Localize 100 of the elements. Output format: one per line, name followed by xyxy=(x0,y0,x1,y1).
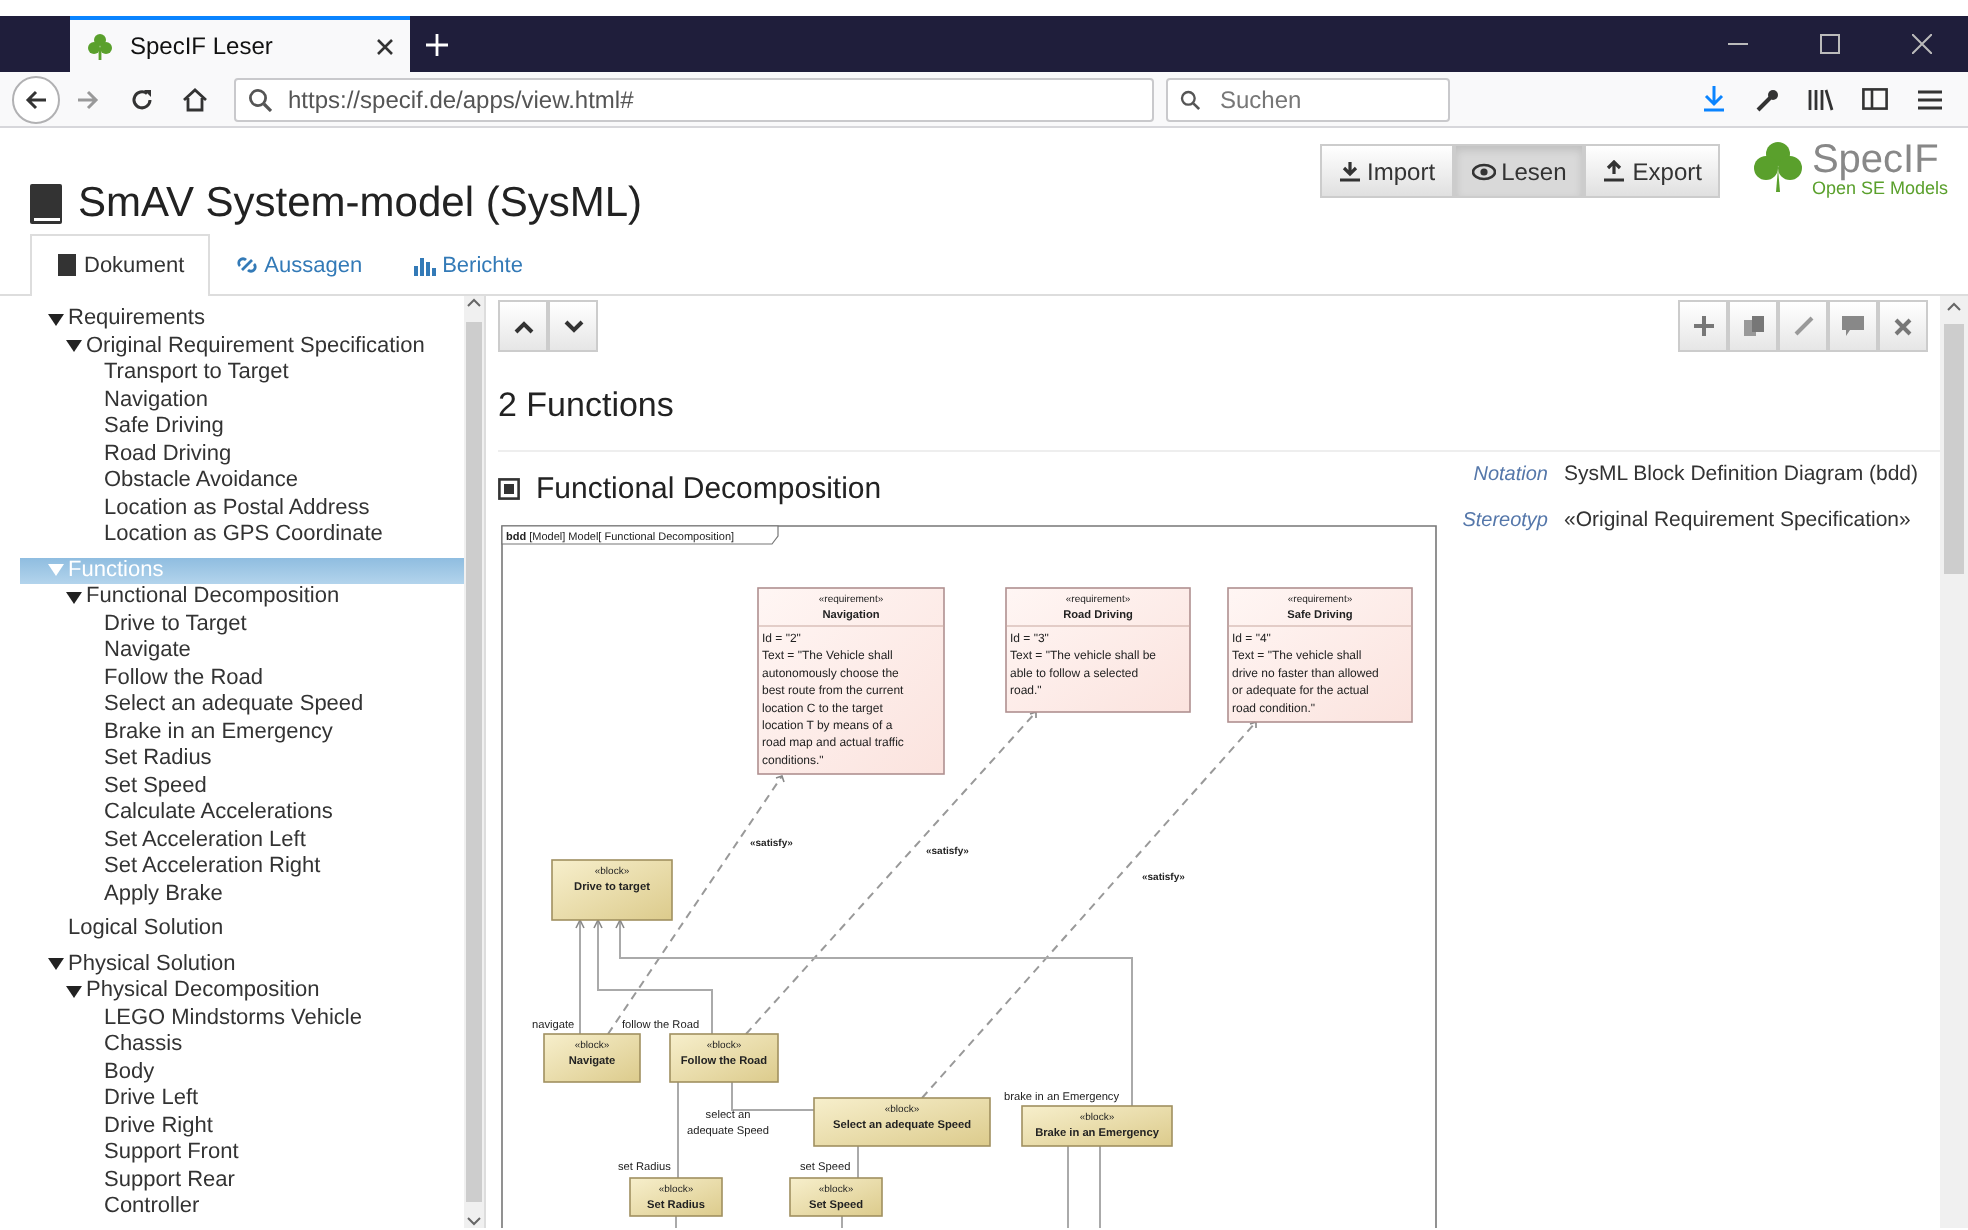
tree-item[interactable]: Obstacle Avoidance xyxy=(20,468,464,495)
tab[interactable]: Aussagen xyxy=(210,233,389,296)
browser-tab[interactable]: SpecIF Leser xyxy=(70,16,410,72)
close-icon[interactable] xyxy=(1912,34,1932,54)
address-field[interactable]: https://specif.de/apps/view.html# xyxy=(234,77,1154,121)
tree-item[interactable]: Navigation xyxy=(20,387,464,414)
tree-item[interactable]: Set Acceleration Right xyxy=(20,854,464,881)
mode-button[interactable]: Lesen xyxy=(1453,144,1585,198)
delete-button[interactable] xyxy=(1878,300,1928,352)
scroll-down-icon[interactable] xyxy=(466,1216,482,1228)
comment-button[interactable] xyxy=(1828,300,1878,352)
search-input[interactable]: Suchen xyxy=(1216,79,1436,119)
wrench-icon[interactable] xyxy=(1755,87,1779,111)
tree-item[interactable]: Calculate Accelerations xyxy=(20,800,464,827)
move-down-button[interactable] xyxy=(548,300,598,352)
tree-item[interactable]: Location as GPS Coordinate xyxy=(20,522,464,549)
upload-icon xyxy=(1602,159,1627,183)
scroll-up-icon[interactable] xyxy=(1946,300,1962,312)
property-label: Stereotyp xyxy=(1460,508,1548,537)
tree-item[interactable]: Brake in an Emergency xyxy=(20,719,464,746)
logo-tagline: Open SE Models xyxy=(1811,180,1948,198)
expand-toggle-icon[interactable] xyxy=(47,311,63,328)
tree-item[interactable]: Road Driving xyxy=(20,441,464,468)
scrollbar[interactable] xyxy=(464,296,484,1228)
plus-icon[interactable] xyxy=(426,33,448,55)
tree-item[interactable]: Drive to Target xyxy=(20,611,464,638)
composition-line xyxy=(575,918,585,1035)
eye-icon xyxy=(1471,159,1496,183)
comment-icon xyxy=(1842,316,1864,336)
search-field[interactable]: Suchen xyxy=(1166,77,1450,121)
diagram-title: Functional Decomposition xyxy=(536,469,882,509)
expand-toggle-icon[interactable] xyxy=(65,983,81,1000)
tree-item[interactable]: Navigate xyxy=(20,638,464,665)
clover-logo-icon xyxy=(1751,140,1804,192)
tree-item[interactable]: Location as Postal Address xyxy=(20,495,464,522)
tab[interactable]: Berichte xyxy=(388,233,549,296)
close-icon xyxy=(1894,317,1912,335)
minimize-icon[interactable] xyxy=(1728,42,1748,46)
tree-item[interactable]: Drive Right xyxy=(20,1113,464,1140)
book-icon xyxy=(56,254,78,277)
tree-item[interactable]: LEGO Mindstorms Vehicle xyxy=(20,1005,464,1032)
link-icon xyxy=(236,254,259,277)
tree-item[interactable]: Transport to Target xyxy=(20,360,464,387)
scrollbar-thumb[interactable] xyxy=(466,322,482,1202)
copy-button[interactable] xyxy=(1728,300,1778,352)
document-title: SmAV System-model (SysML) xyxy=(78,178,642,231)
expand-toggle-icon[interactable] xyxy=(65,338,81,355)
back-button[interactable] xyxy=(12,75,60,123)
edit-button[interactable] xyxy=(1778,300,1828,352)
composition-line xyxy=(1099,1145,1101,1228)
clover-icon xyxy=(86,32,114,60)
tree-item[interactable]: Set Radius xyxy=(20,746,464,773)
expand-toggle-icon[interactable] xyxy=(47,956,63,973)
property-value: «Original Requirement Specification» xyxy=(1564,506,1911,537)
library-icon[interactable] xyxy=(1808,87,1834,111)
expand-toggle-icon[interactable] xyxy=(47,562,63,579)
forward-arrow-icon[interactable] xyxy=(75,87,99,111)
tree-item[interactable]: Set Speed xyxy=(20,773,464,800)
composition-line xyxy=(857,1145,859,1179)
property-value: SysML Block Definition Diagram (bdd) xyxy=(1564,459,1919,489)
scroll-up-icon[interactable] xyxy=(466,296,482,308)
reload-icon[interactable] xyxy=(129,87,153,111)
tree-item[interactable]: Requirements xyxy=(20,306,464,333)
chevron-up-icon xyxy=(513,319,533,333)
composition-line xyxy=(1067,1145,1069,1228)
plus-icon xyxy=(1693,316,1713,336)
tree-item[interactable]: Physical Solution xyxy=(20,951,464,978)
download-icon xyxy=(1337,159,1362,183)
tree-item[interactable]: Drive Left xyxy=(20,1086,464,1113)
tree-item[interactable]: Follow the Road xyxy=(20,665,464,692)
tree-item[interactable]: Support Front xyxy=(20,1140,464,1167)
diagram-icon xyxy=(498,478,520,501)
close-icon[interactable] xyxy=(376,37,394,55)
tree-item[interactable]: Controller xyxy=(20,1194,464,1221)
tree-item[interactable]: Safe Driving xyxy=(20,414,464,441)
tab[interactable]: Dokument xyxy=(30,233,211,296)
composition-line xyxy=(675,1215,677,1228)
mode-button[interactable]: Import xyxy=(1319,144,1454,198)
tree-item[interactable]: Set Acceleration Left xyxy=(20,827,464,854)
tree-item[interactable]: Original Requirement Specification xyxy=(20,333,464,360)
maximize-icon[interactable] xyxy=(1820,34,1840,54)
tree-item[interactable]: Apply Brake xyxy=(20,881,464,908)
tree-item[interactable]: Support Rear xyxy=(20,1167,464,1194)
home-icon[interactable] xyxy=(182,87,208,111)
move-up-button[interactable] xyxy=(498,300,548,352)
tree-item[interactable]: Physical Decomposition xyxy=(20,978,464,1005)
tree-item[interactable]: Logical Solution xyxy=(20,916,464,943)
tree-item[interactable]: Functional Decomposition xyxy=(20,584,464,611)
chart-icon xyxy=(414,254,437,277)
expand-toggle-icon[interactable] xyxy=(65,589,81,606)
sidebar-icon[interactable] xyxy=(1862,88,1888,110)
scrollbar-thumb[interactable] xyxy=(1944,324,1964,574)
menu-icon[interactable] xyxy=(1917,89,1941,109)
add-button[interactable] xyxy=(1678,300,1728,352)
scrollbar[interactable] xyxy=(1940,296,1968,1228)
download-icon[interactable] xyxy=(1701,86,1725,112)
mode-button[interactable]: Export xyxy=(1584,144,1720,198)
tree-item[interactable]: Select an adequate Speed xyxy=(20,692,464,719)
tree-item[interactable]: Chassis xyxy=(20,1032,464,1059)
tree-item[interactable]: Body xyxy=(20,1059,464,1086)
